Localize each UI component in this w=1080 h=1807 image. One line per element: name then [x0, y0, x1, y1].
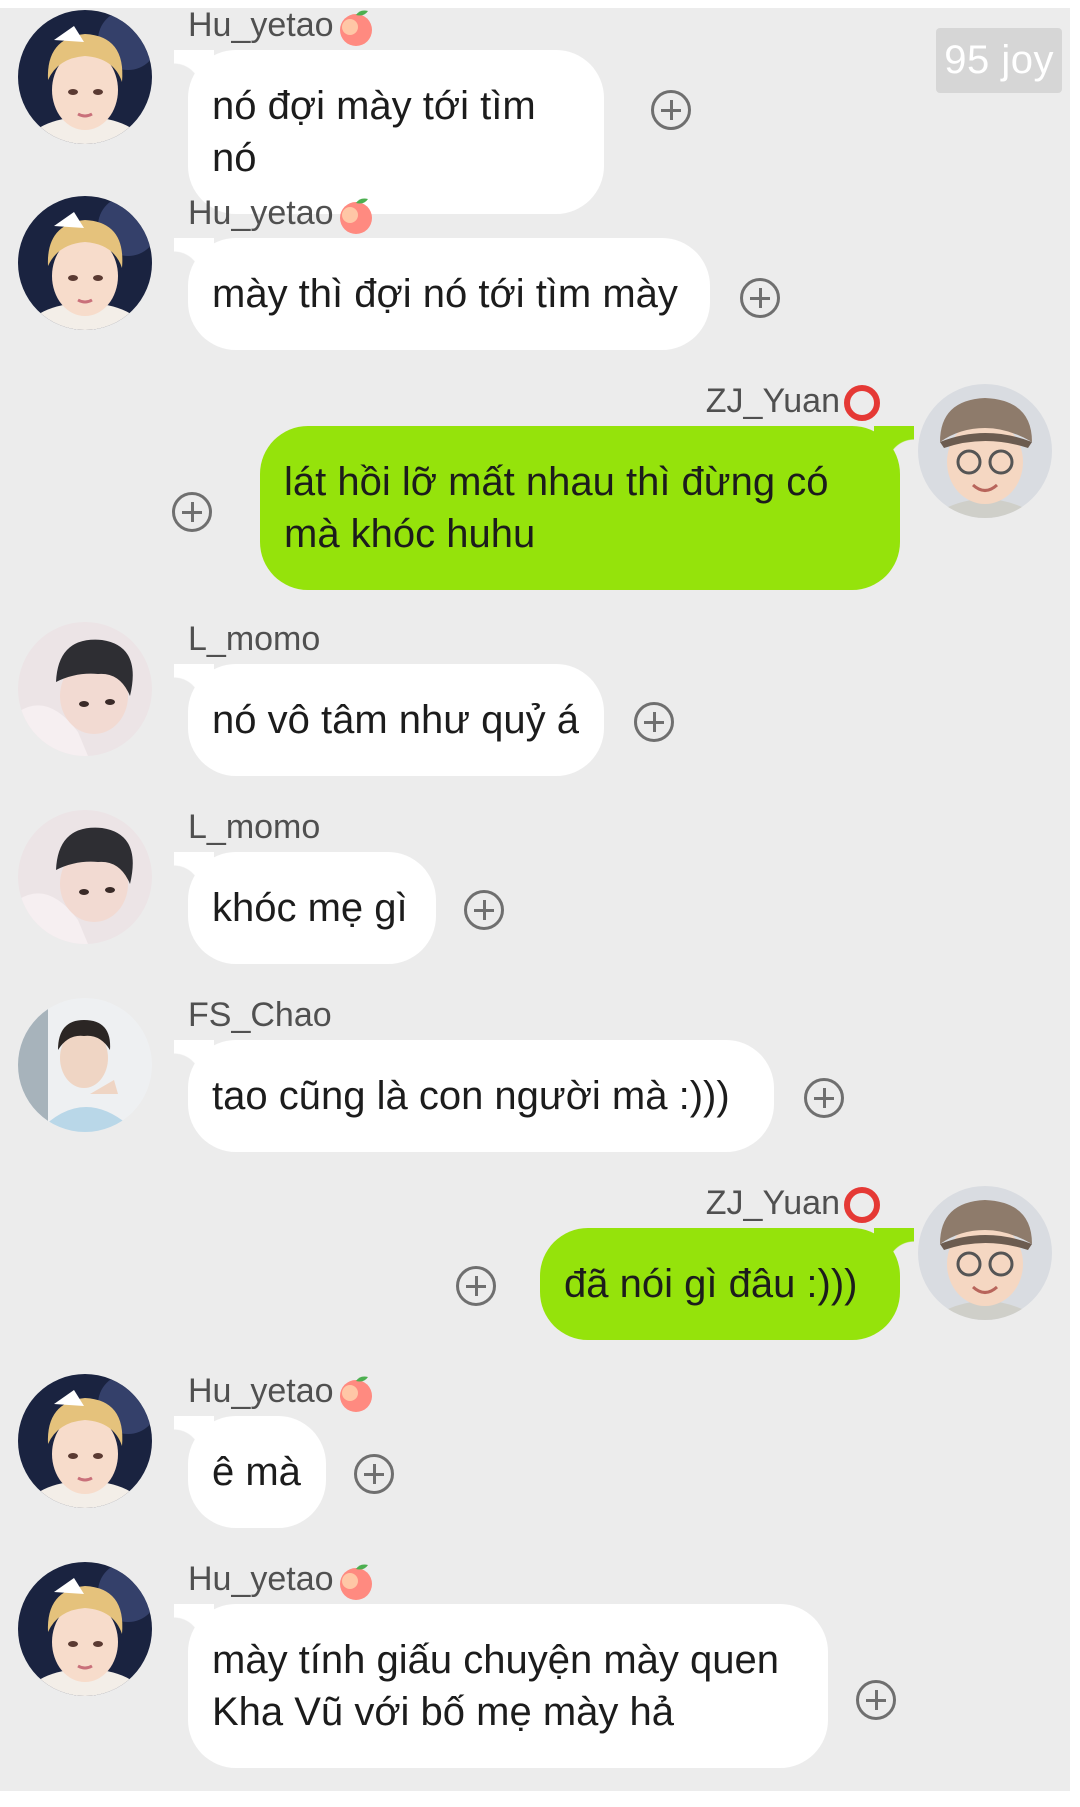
- message-bubble[interactable]: ê mà: [174, 1416, 326, 1528]
- add-reaction-icon[interactable]: [740, 278, 780, 318]
- message-bubble[interactable]: mày thì đợi nó tới tìm mày: [174, 238, 710, 350]
- message-bubble[interactable]: nó đợi mày tới tìm nó: [174, 50, 604, 214]
- message-text: mày thì đợi nó tới tìm mày: [212, 272, 678, 316]
- add-reaction-icon[interactable]: [651, 90, 691, 130]
- message-bubble[interactable]: lát hồi lỡ mất nhau thì đừng có mà khóc …: [260, 426, 914, 590]
- sender-name: Hu_yetao: [188, 8, 376, 47]
- peach-emoji-icon: [336, 8, 376, 47]
- sender-name: Hu_yetao: [188, 1560, 376, 1601]
- add-reaction-icon[interactable]: [856, 1680, 896, 1720]
- avatar-zj-yuan[interactable]: [918, 1186, 1052, 1320]
- avatar-fs-chao[interactable]: [18, 998, 152, 1132]
- message-text: tao cũng là con người mà :))): [212, 1074, 730, 1118]
- message-text-line: Kha Vũ với bố mẹ mày hả: [212, 1690, 675, 1734]
- avatar-hu-yetao[interactable]: [18, 1562, 152, 1696]
- message-text: ê mà: [212, 1450, 301, 1494]
- avatar-l-momo[interactable]: [18, 810, 152, 944]
- sender-name: ZJ_Yuan: [706, 1184, 882, 1225]
- watermark-badge: 95 joy: [936, 28, 1062, 93]
- message-text: đã nói gì đâu :))): [564, 1262, 858, 1306]
- add-reaction-icon[interactable]: [464, 890, 504, 930]
- message-bubble[interactable]: mày tính giấu chuyện mày quen Kha Vũ với…: [174, 1604, 828, 1768]
- add-reaction-icon[interactable]: [804, 1078, 844, 1118]
- avatar-hu-yetao[interactable]: [18, 196, 152, 330]
- message-text-line: mà khóc huhu: [284, 512, 536, 556]
- message-text: khóc mẹ gì: [212, 886, 408, 930]
- avatar-hu-yetao[interactable]: [18, 10, 152, 144]
- avatar-hu-yetao[interactable]: [18, 1374, 152, 1508]
- add-reaction-icon[interactable]: [354, 1454, 394, 1494]
- peach-emoji-icon: [336, 1373, 376, 1413]
- message-bubble[interactable]: tao cũng là con người mà :))): [174, 1040, 774, 1152]
- sender-name: L_momo: [188, 620, 321, 658]
- sender-name: FS_Chao: [188, 996, 332, 1034]
- chat-area: 95 joy Hu_yetao nó đợi mày tới tìm nó Hu…: [0, 8, 1070, 1791]
- red-circle-emoji-icon: [842, 1185, 882, 1225]
- add-reaction-icon[interactable]: [456, 1266, 496, 1306]
- message-bubble[interactable]: nó vô tâm như quỷ á: [174, 664, 604, 776]
- sender-name: Hu_yetao: [188, 1372, 376, 1413]
- add-reaction-icon[interactable]: [172, 492, 212, 532]
- avatar-zj-yuan[interactable]: [918, 384, 1052, 518]
- sender-name: Hu_yetao: [188, 194, 376, 235]
- message-bubble[interactable]: khóc mẹ gì: [174, 852, 436, 964]
- message-bubble[interactable]: đã nói gì đâu :))): [540, 1228, 914, 1340]
- sender-name: ZJ_Yuan: [706, 382, 882, 423]
- message-text: nó vô tâm như quỷ á: [212, 698, 579, 742]
- message-text-line: mày tính giấu chuyện mày quen: [212, 1638, 780, 1682]
- peach-emoji-icon: [336, 1561, 376, 1601]
- sender-name: L_momo: [188, 808, 321, 846]
- add-reaction-icon[interactable]: [634, 702, 674, 742]
- avatar-l-momo[interactable]: [18, 622, 152, 756]
- message-text: nó đợi mày tới tìm nó: [212, 84, 536, 180]
- peach-emoji-icon: [336, 195, 376, 235]
- message-text-line: lát hồi lỡ mất nhau thì đừng có: [284, 460, 829, 504]
- red-circle-emoji-icon: [842, 383, 882, 423]
